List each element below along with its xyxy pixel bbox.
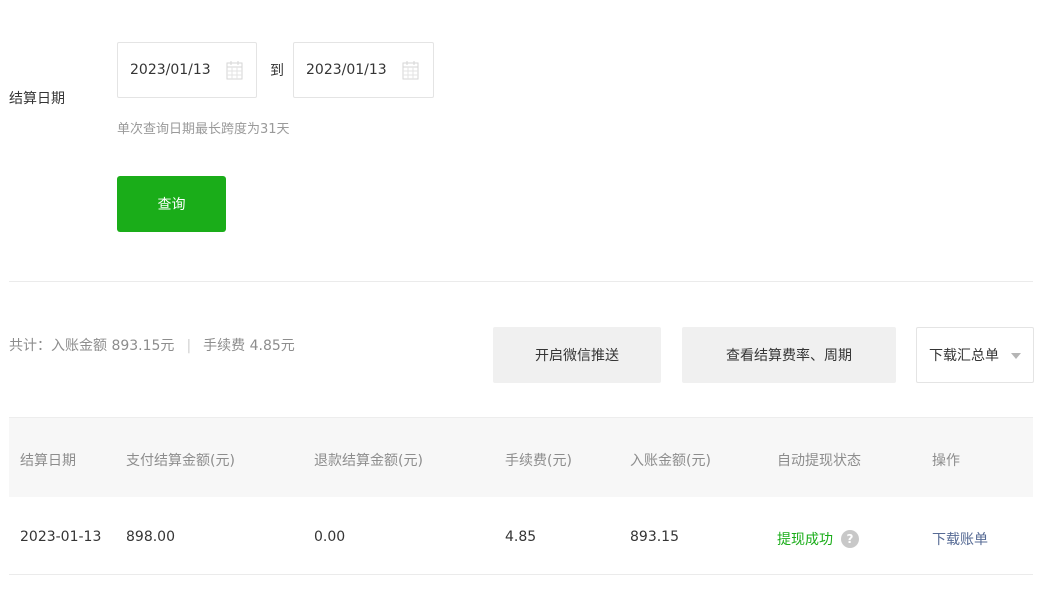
- status-text: 提现成功: [777, 532, 833, 548]
- col-header-pay-amount: 支付结算金额(元): [126, 453, 235, 469]
- summary-totals: 共计：入账金额 893.15元 | 手续费 4.85元: [9, 335, 295, 355]
- cell-refund-amount: 0.00: [314, 529, 346, 545]
- summary-separator: |: [186, 338, 192, 354]
- start-date-value: 2023/01/13: [130, 62, 211, 78]
- cell-income: 893.15: [630, 529, 679, 545]
- end-date-value: 2023/01/13: [306, 62, 387, 78]
- range-separator: 到: [270, 63, 284, 79]
- cell-date: 2023-01-13: [20, 529, 102, 545]
- view-rate-button[interactable]: 查看结算费率、周期: [682, 327, 896, 383]
- calendar-icon: [226, 61, 243, 80]
- table-header: 结算日期 支付结算金额(元) 退款结算金额(元) 手续费(元) 入账金额(元) …: [9, 417, 1033, 497]
- end-date-picker[interactable]: 2023/01/13: [293, 42, 434, 98]
- section-divider: [9, 281, 1033, 282]
- settle-date-label: 结算日期: [9, 91, 65, 107]
- calendar-icon: [402, 61, 419, 80]
- col-header-fee: 手续费(元): [505, 453, 572, 469]
- summary-fee: 手续费 4.85元: [203, 338, 295, 354]
- col-header-date: 结算日期: [20, 453, 76, 469]
- wechat-push-button[interactable]: 开启微信推送: [493, 327, 661, 383]
- cell-status: 提现成功 ?: [777, 529, 859, 549]
- summary-income: 共计：入账金额 893.15元: [9, 338, 175, 354]
- cell-pay-amount: 898.00: [126, 529, 175, 545]
- query-button[interactable]: 查询: [117, 176, 226, 232]
- col-header-status: 自动提现状态: [777, 453, 861, 469]
- table-row: 2023-01-13 898.00 0.00 4.85 893.15 提现成功 …: [9, 497, 1033, 575]
- download-summary-label: 下载汇总单: [929, 348, 999, 364]
- col-header-action: 操作: [932, 453, 960, 469]
- help-icon[interactable]: ?: [841, 530, 859, 548]
- caret-down-icon: [1011, 353, 1021, 359]
- col-header-income: 入账金额(元): [630, 453, 711, 469]
- date-range-hint: 单次查询日期最长跨度为31天: [117, 122, 290, 137]
- download-bill-link[interactable]: 下载账单: [932, 529, 988, 549]
- start-date-picker[interactable]: 2023/01/13: [117, 42, 257, 98]
- cell-fee: 4.85: [505, 529, 537, 545]
- col-header-refund-amount: 退款结算金额(元): [314, 453, 423, 469]
- download-summary-dropdown[interactable]: 下载汇总单: [916, 327, 1034, 383]
